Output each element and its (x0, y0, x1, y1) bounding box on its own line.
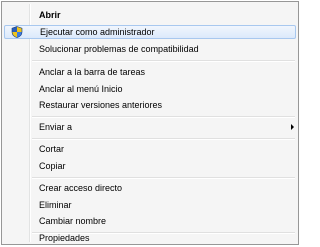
menu-item-label: Copiar (39, 161, 66, 171)
menu-item-label: Abrir (39, 10, 61, 20)
menu-item-crear-acceso-directo[interactable]: Crear acceso directo (4, 181, 296, 195)
menu-item-solucionar-problemas[interactable]: Solucionar problemas de compatibilidad (4, 42, 296, 56)
menu-item-label: Solucionar problemas de compatibilidad (39, 44, 199, 54)
menu-item-ejecutar-como-administrador[interactable]: Ejecutar como administrador (4, 25, 296, 39)
menu-item-copiar[interactable]: Copiar (4, 159, 296, 173)
menu-item-label: Anclar a la barra de tareas (39, 67, 146, 77)
menu-separator (32, 116, 295, 118)
menu-separator (32, 138, 295, 140)
menu-item-propiedades[interactable]: Propiedades (4, 231, 296, 245)
menu-item-label: Crear acceso directo (39, 183, 123, 193)
menu-item-cortar[interactable]: Cortar (4, 142, 296, 156)
uac-shield-icon (11, 26, 23, 38)
menu-item-restaurar-versiones[interactable]: Restaurar versiones anteriores (4, 98, 296, 112)
menu-item-label: Cambiar nombre (39, 216, 107, 226)
menu-item-label: Cortar (39, 144, 65, 154)
menu-item-enviar-a[interactable]: Enviar a (4, 120, 296, 134)
menu-separator (32, 60, 295, 62)
menu-item-label: Anclar al menú Inicio (39, 84, 123, 94)
menu-item-anclar-menu-inicio[interactable]: Anclar al menú Inicio (4, 82, 296, 96)
context-menu: Abrir Ejecutar como administrador Soluci… (1, 1, 299, 245)
menu-separator (32, 177, 295, 179)
menu-item-label: Eliminar (39, 200, 72, 210)
menu-item-label: Enviar a (39, 122, 73, 132)
menu-item-cambiar-nombre[interactable]: Cambiar nombre (4, 214, 296, 228)
menu-item-abrir[interactable]: Abrir (4, 8, 296, 22)
menu-item-label: Restaurar versiones anteriores (39, 100, 163, 110)
menu-item-label: Propiedades (39, 233, 90, 243)
menu-item-anclar-barra-tareas[interactable]: Anclar a la barra de tareas (4, 65, 296, 79)
submenu-arrow-icon (291, 124, 294, 130)
menu-item-eliminar[interactable]: Eliminar (4, 198, 296, 212)
menu-item-label: Ejecutar como administrador (40, 27, 155, 37)
